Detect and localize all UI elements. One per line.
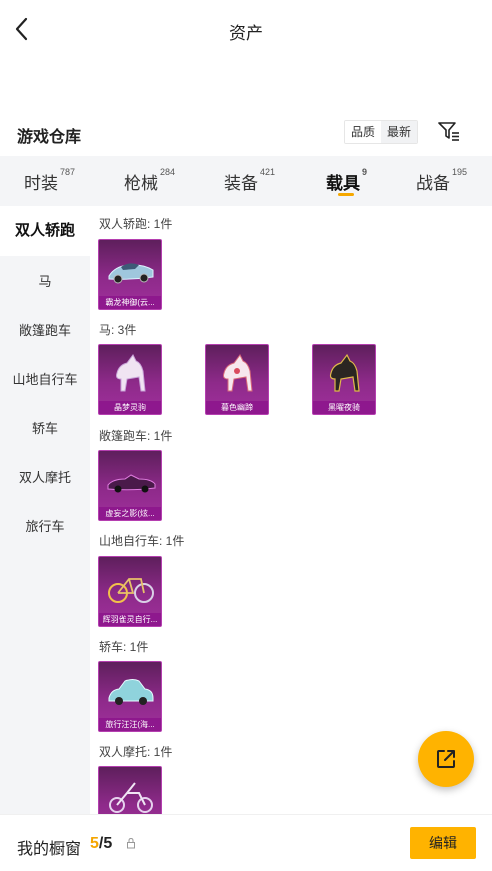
tab-label: 战备 [416, 174, 450, 193]
item-name: 晶梦灵驹 [99, 401, 161, 414]
horse-icon [116, 354, 146, 392]
showcase-count-current: 5 [90, 835, 99, 852]
item-card[interactable]: 晶梦灵驹 [98, 344, 162, 415]
item-name: 霸龙神御(云... [99, 296, 161, 309]
motorcycle-icon [109, 782, 153, 813]
tab-count: 421 [260, 167, 276, 177]
sort-quality-button[interactable]: 品质 [345, 121, 382, 143]
item-card[interactable]: 辉羽雀灵自行... [98, 556, 162, 627]
item-card[interactable]: 虚妄之影(炫... [98, 450, 162, 521]
tab-label: 枪械 [124, 174, 158, 193]
tab-count: 195 [452, 167, 468, 177]
external-link-icon [437, 750, 455, 768]
tab-fashion[interactable]: 时装787 [24, 167, 76, 194]
tab-equipment[interactable]: 装备421 [224, 167, 276, 194]
item-name: 暮色幽蹄 [206, 401, 268, 414]
top-bar: 资产 [0, 0, 492, 58]
filter-icon [438, 122, 459, 141]
active-tab-indicator [338, 193, 354, 196]
tab-count: 284 [160, 167, 176, 177]
item-name: 辉羽雀灵自行... [99, 613, 161, 626]
bicycle-icon [108, 578, 154, 603]
showcase-label: 我的橱窗 [17, 841, 82, 858]
lock-icon [127, 837, 135, 849]
tab-label: 载具 [326, 174, 360, 193]
convertible-car-icon [107, 474, 156, 493]
sidebar-item-mountain-bike[interactable]: 山地自行车 [0, 369, 90, 389]
showcase-count-total: /5 [98, 835, 113, 852]
sort-toggle: 品质 最新 [344, 120, 419, 144]
horse-icon [223, 354, 253, 392]
section-title-horse: 马: 3件 [99, 323, 137, 337]
item-card[interactable] [98, 766, 162, 814]
section-title-two-seat-motorcycle: 双人摩托: 1件 [99, 745, 173, 759]
sports-car-icon [108, 263, 154, 284]
tab-label: 装备 [224, 174, 258, 193]
item-card[interactable]: 暮色幽蹄 [205, 344, 269, 415]
filter-button[interactable] [436, 118, 462, 144]
section-title-convertible: 敞篷跑车: 1件 [99, 429, 173, 443]
sidebar-item-horse[interactable]: 马 [0, 271, 90, 291]
sort-latest-button[interactable]: 最新 [381, 121, 418, 143]
tab-firearms[interactable]: 枪械284 [124, 167, 176, 194]
tab-supplies[interactable]: 战备195 [416, 167, 468, 194]
edit-button[interactable]: 编辑 [410, 827, 476, 859]
sidebar-item-station-wagon[interactable]: 旅行车 [0, 516, 90, 536]
item-card[interactable]: 黑曜夜骑 [312, 344, 376, 415]
sidebar-item-sedan[interactable]: 轿车 [0, 418, 90, 438]
item-card[interactable]: 旅行汪汪(海... [98, 661, 162, 732]
item-card[interactable]: 霸龙神御(云... [98, 239, 162, 310]
tab-count: 787 [60, 167, 76, 177]
bottom-bar: 我的橱窗 5/5 编辑 [0, 814, 492, 871]
sedan-icon [108, 679, 154, 705]
tab-count: 9 [362, 167, 368, 177]
category-tabs: 时装787 枪械284 装备421 载具9 战备195 [0, 156, 492, 206]
section-title-sedan: 轿车: 1件 [99, 640, 149, 654]
page-title: 资产 [229, 24, 263, 43]
vehicle-list: 双人轿跑: 1件 霸龙神御(云... 马: 3件 晶梦灵驹 暮色幽蹄 黑曜夜骑 … [90, 206, 492, 814]
subcategory-sidebar: 双人轿跑 马 敞篷跑车 山地自行车 轿车 双人摩托 旅行车 [0, 206, 90, 814]
section-title-mountain-bike: 山地自行车: 1件 [99, 534, 185, 548]
sidebar-item-two-seat-coupe[interactable]: 双人轿跑 [0, 206, 90, 256]
section-title-two-seat-coupe: 双人轿跑: 1件 [99, 217, 173, 231]
tab-label: 时装 [24, 174, 58, 193]
horse-icon [329, 353, 360, 392]
tab-vehicles[interactable]: 载具9 [326, 167, 368, 194]
sidebar-item-two-seat-motorcycle[interactable]: 双人摩托 [0, 467, 90, 487]
item-name: 虚妄之影(炫... [99, 507, 161, 520]
sidebar-item-convertible[interactable]: 敞篷跑车 [0, 320, 90, 340]
warehouse-title: 游戏仓库 [17, 129, 82, 146]
item-name: 旅行汪汪(海... [99, 718, 161, 731]
share-button[interactable] [418, 731, 474, 787]
showcase-count: 5/5 [90, 835, 112, 853]
item-name: 黑曜夜骑 [313, 401, 375, 414]
warehouse-header: 游戏仓库 品质 最新 [0, 114, 492, 154]
